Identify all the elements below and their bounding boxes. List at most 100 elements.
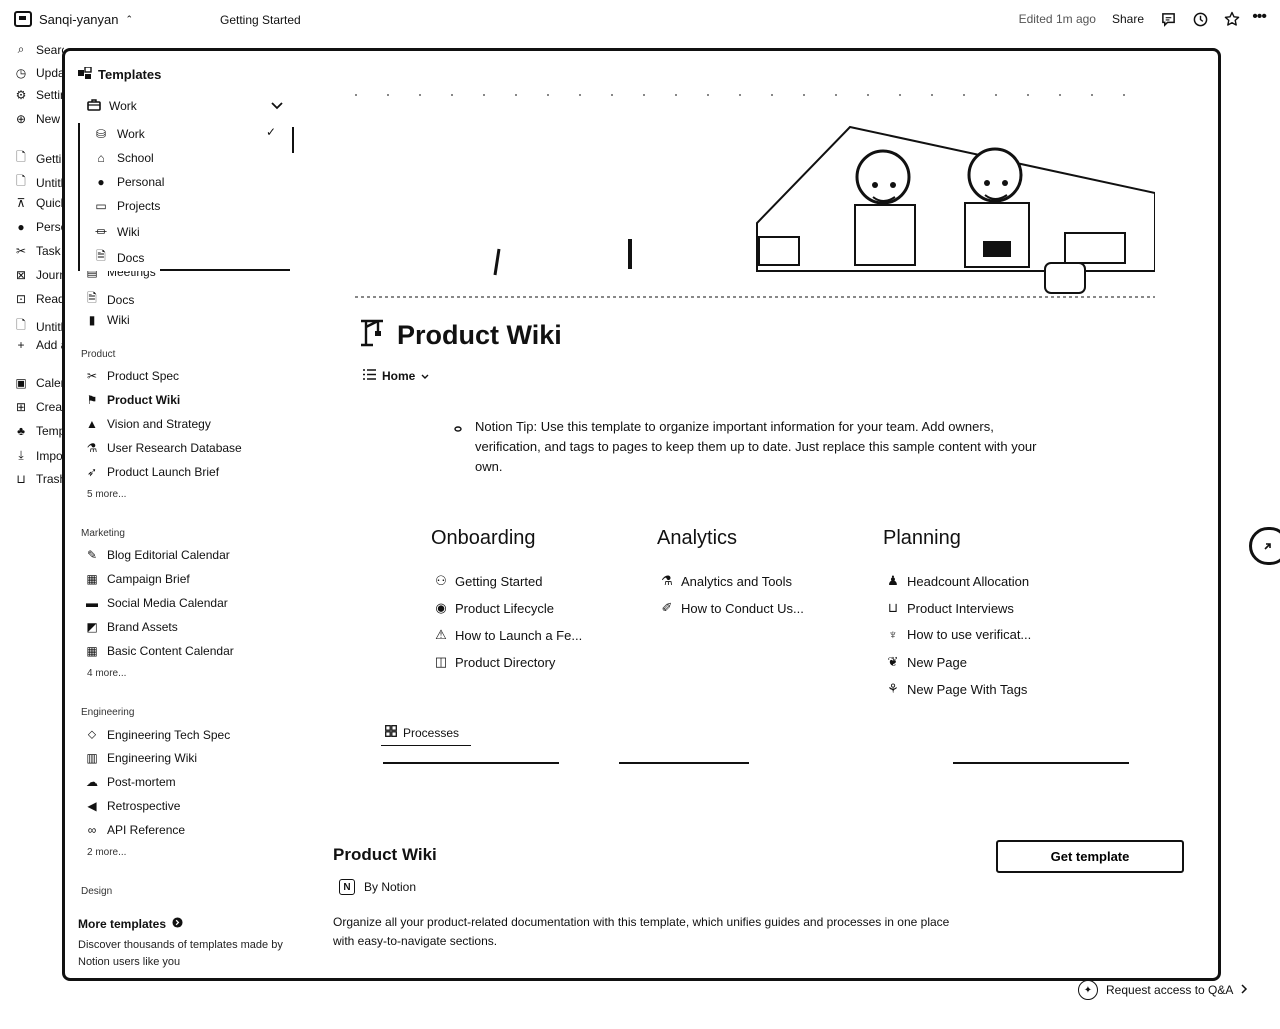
sidebar-item[interactable]: 🗋 Untitled [14,172,64,193]
clock-icon[interactable] [1192,11,1208,27]
sidebar-item[interactable]: ⚙ Settings [14,88,64,102]
category-select[interactable]: Work [87,95,283,117]
page-link[interactable]: ⚠ How to Launch a Fe... [433,627,582,643]
page-link[interactable]: ♆ How to use verificat... [885,627,1031,642]
page-icon: 🗋 [16,150,26,164]
template-item[interactable]: ∞ API Reference [85,823,185,837]
template-item[interactable]: ▮ Wiki [85,313,130,327]
sidebar-item-label: Updates [36,66,64,80]
sidebar-item[interactable]: 🗋 Getting Started [14,148,64,169]
template-item-label: Basic Content Calendar [107,644,234,658]
tab-processes[interactable]: Processes [385,725,459,740]
chevron-down-icon [421,369,429,383]
share-button[interactable]: Share [1112,12,1144,26]
sidebar-item[interactable]: ⊠ Journal [14,268,64,282]
category-option-projects[interactable]: ▭ Projects [94,199,160,213]
template-item[interactable]: ⚗ User Research Database [85,441,242,455]
plant-icon: ❦ [887,654,899,669]
dropdown-divider [160,269,290,271]
sidebar-item[interactable]: ⤓ Import [14,448,64,463]
show-more-link[interactable]: 5 more... [87,489,126,500]
templates-icon [78,66,92,82]
more-icon[interactable]: ••• [1252,8,1267,26]
template-item[interactable]: ▦ Basic Content Calendar [85,644,234,658]
template-item[interactable]: ➶ Product Launch Brief [85,465,219,479]
import-icon: ⤓ [18,448,24,462]
show-more-link[interactable]: 2 more... [87,847,126,858]
template-item[interactable]: ⬦ Engineering Tech Spec [85,727,230,742]
template-item-label: Product Wiki [107,393,181,407]
page-link-label: How to Launch a Fe... [455,627,583,643]
sidebar-item[interactable]: ● Personal Home [14,220,64,234]
wiki-icon: ⏛ [94,225,107,239]
star-icon[interactable] [1224,11,1240,27]
page-link[interactable]: ◉ Product Lifecycle [433,600,554,616]
template-item[interactable]: ☁ Post-mortem [85,775,176,789]
category-option-personal[interactable]: ● Personal [94,175,164,189]
chevron-icon: ⌃ [125,13,134,24]
template-item[interactable]: ⚑ Product Wiki [85,393,181,407]
trash-icon: ⊔ [16,472,26,486]
tab-label: Processes [403,725,460,740]
request-access-link[interactable]: ✦ Request access to Q&A [1078,980,1248,1000]
sidebar-item[interactable]: + Add a page [14,338,64,352]
side-peek-toggle[interactable] [1249,527,1280,565]
sidebar-item-label: Personal Home [36,220,64,234]
template-description: Organize all your product-related docume… [333,915,950,948]
category-option-school[interactable]: ⌂ School [94,151,153,165]
sidebar-item[interactable]: ⊼ Quick Note [14,196,64,210]
card-edge [383,762,559,764]
section-title: Design [81,886,113,897]
page-link-label: Headcount Allocation [907,573,1030,589]
sidebar-item[interactable]: ♣ Templates [14,424,64,438]
page-link[interactable]: ❦ New Page [885,654,967,670]
page-link[interactable]: ⊔ Product Interviews [885,600,1014,616]
page-link[interactable]: ⚗ Analytics and Tools [659,573,792,589]
sidebar-item[interactable]: ▣ Calendar [14,376,64,390]
warning-icon: ▲ [86,417,98,431]
projects-icon: ▭ [95,199,107,213]
template-item[interactable]: ◀ Retrospective [85,799,180,813]
sidebar-item[interactable]: ⊔ Trash [14,472,64,486]
page-link[interactable]: ♟ Headcount Allocation [885,573,1029,589]
page-link[interactable]: ⚇ Getting Started [433,573,542,589]
category-option-work[interactable]: ⛁ Work [94,127,145,141]
sidebar-item[interactable]: ✂ Task List [14,244,64,258]
template-item[interactable]: ▬ Social Media Calendar [85,596,228,610]
page-link[interactable]: ◫ Product Directory [433,654,556,670]
page-link[interactable]: ⚘ New Page With Tags [885,681,1027,697]
chart-icon: ⚗ [661,573,673,588]
template-item-label: Retrospective [107,799,181,813]
template-item[interactable]: ▦ Campaign Brief [85,572,189,586]
sidebar-item[interactable]: ⊡ Reading List [14,292,64,306]
sidebar-item[interactable]: ⌕ Search [14,42,64,57]
chevron-down-icon [271,99,283,113]
template-item[interactable]: ▥ Engineering Wiki [85,751,197,765]
gallery-title: Templates [78,66,161,82]
get-template-button[interactable]: Get template [996,840,1184,873]
docs-icon: 🗎 [87,291,97,305]
template-item[interactable]: ✎ Blog Editorial Calendar [85,548,230,562]
workspace-switcher[interactable]: Sanqi-yanyan ⌃ [14,11,133,27]
sidebar-item[interactable]: 🗋 Untitled [14,316,64,337]
sidebar-item-label: Calendar [36,376,64,390]
sidebar-item[interactable]: ◷ Updates [14,66,64,80]
more-templates-link[interactable]: More templates [78,917,183,931]
template-item[interactable]: ◩ Brand Assets [85,620,177,634]
page-link[interactable]: ✐ How to Conduct Us... [659,600,804,616]
template-item[interactable]: ▲ Vision and Strategy [85,417,211,431]
show-more-link[interactable]: 4 more... [87,668,126,679]
directory-icon: ◫ [434,654,448,669]
template-item[interactable]: ✂ Product Spec [85,369,179,383]
sidebar-item-label: Add a page [36,338,64,352]
view-switcher[interactable]: Home [363,369,429,383]
sidebar-item[interactable]: ⊞ Create a teamspace [14,400,64,414]
breadcrumb[interactable]: Getting Started [220,13,301,27]
category-option-docs[interactable]: 🗎 Docs [94,247,144,268]
sidebar-item[interactable]: ⊕ New page [14,112,64,126]
comment-icon[interactable] [1160,11,1176,27]
people-icon: ⚇ [435,573,447,588]
search-icon: ⌕ [17,42,25,56]
category-option-wiki[interactable]: ⏛ Wiki [94,223,140,240]
template-item[interactable]: 🗎 Docs [85,289,134,310]
